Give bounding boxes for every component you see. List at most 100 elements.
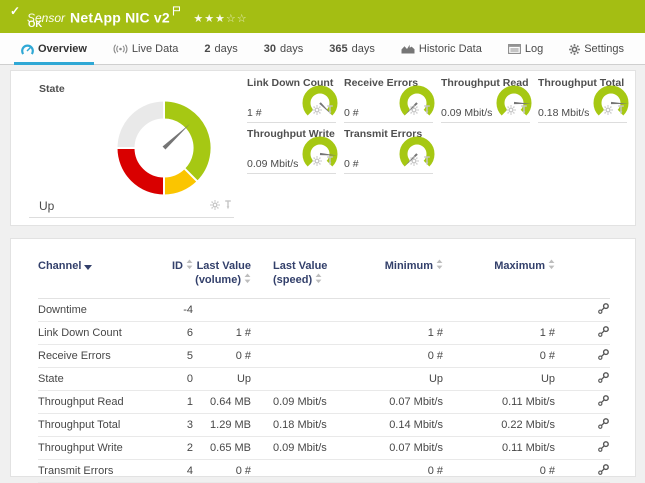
- tab-settings[interactable]: Settings: [562, 43, 631, 64]
- cell-channel: State: [38, 368, 171, 391]
- column-header-last-value-volume-[interactable]: Last Value(volume): [193, 251, 251, 299]
- cell-minimum: Up: [343, 368, 443, 391]
- priority-stars[interactable]: ★★★☆☆: [193, 13, 247, 25]
- tab-bar: Overview Live Data 2days 30days 365days Histo…: [0, 33, 645, 65]
- cell-last_volume: Up: [193, 368, 251, 391]
- tab-2-days[interactable]: 2days: [197, 43, 244, 64]
- historic-data-icon: [401, 44, 415, 54]
- gauge-pin-icon[interactable]: [617, 102, 625, 120]
- table-header-row: ChannelIDLast Value(volume)Last Value(sp…: [38, 251, 610, 299]
- cell-last_volume: 0.65 MB: [193, 437, 251, 460]
- column-header-channel[interactable]: Channel: [38, 251, 171, 299]
- channel-gauge-tile[interactable]: Receive Errors0 #: [344, 77, 433, 123]
- cell-maximum: 0 #: [443, 345, 555, 368]
- column-header-id[interactable]: ID: [171, 251, 193, 299]
- cell-actions: [555, 368, 610, 391]
- channel-gauge-tile[interactable]: Transmit Errors0 #: [344, 128, 433, 174]
- flag-icon[interactable]: [172, 3, 181, 20]
- channel-gauge-value: 1 #: [247, 107, 262, 119]
- gauge-pin-icon[interactable]: [520, 102, 528, 120]
- cell-last_speed: [251, 345, 343, 368]
- live-data-icon: [113, 44, 128, 54]
- channel-table: ChannelIDLast Value(volume)Last Value(sp…: [38, 251, 610, 483]
- column-header-minimum[interactable]: Minimum: [343, 251, 443, 299]
- channel-settings-icon[interactable]: [597, 371, 610, 387]
- gauge-pin-icon[interactable]: [326, 102, 334, 120]
- gauge-pin-icon[interactable]: [423, 153, 431, 171]
- channel-gauge-tile[interactable]: Link Down Count1 #: [247, 77, 336, 123]
- cell-id: 2: [171, 437, 193, 460]
- gauge-pin-icon[interactable]: [326, 153, 334, 171]
- cell-channel: Throughput Read: [38, 391, 171, 414]
- cell-last_volume: 0 #: [193, 460, 251, 483]
- channel-table-panel: ChannelIDLast Value(volume)Last Value(sp…: [10, 238, 636, 477]
- column-header-maximum[interactable]: Maximum: [443, 251, 555, 299]
- tab-30-days[interactable]: 30days: [257, 43, 311, 64]
- sort-icon: [548, 259, 555, 274]
- table-row: Throughput Total31.29 MB0.18 Mbit/s0.14 …: [38, 414, 610, 437]
- channel-gauge-value: 0.09 Mbit/s: [247, 158, 298, 170]
- cell-last_speed: 0.09 Mbit/s: [251, 391, 343, 414]
- column-header-last-value-speed-[interactable]: Last Value(speed): [251, 251, 343, 299]
- cell-id: 3: [171, 414, 193, 437]
- gauge-gear-icon[interactable]: [312, 102, 322, 120]
- cell-actions: [555, 414, 610, 437]
- cell-maximum: [443, 299, 555, 322]
- cell-minimum: 0.07 Mbit/s: [343, 391, 443, 414]
- channel-settings-icon[interactable]: [597, 302, 610, 318]
- channel-gauge-icons: [312, 153, 334, 171]
- cell-id: 0: [171, 368, 193, 391]
- cell-last_speed: 0.09 Mbit/s: [251, 437, 343, 460]
- gauge-gear-icon[interactable]: [506, 102, 516, 120]
- cell-id: 5: [171, 345, 193, 368]
- table-row: Transmit Errors40 #0 #0 #: [38, 460, 610, 483]
- channel-settings-icon[interactable]: [597, 440, 610, 456]
- cell-minimum: 0 #: [343, 345, 443, 368]
- state-gauge-tile[interactable]: State Up: [29, 79, 234, 218]
- sensor-title: NetApp NIC v2: [70, 9, 170, 25]
- table-row: Downtime-4: [38, 299, 610, 322]
- gauge-pin-icon[interactable]: [224, 197, 232, 215]
- status-badge: OK: [28, 19, 42, 30]
- tab-365-days[interactable]: 365days: [322, 43, 382, 64]
- cell-id: -4: [171, 299, 193, 322]
- cell-last_volume: 0.64 MB: [193, 391, 251, 414]
- channel-gauge-tile[interactable]: Throughput Write0.09 Mbit/s: [247, 128, 336, 174]
- channel-gauge-value: 0 #: [344, 107, 359, 119]
- column-header-actions: [555, 251, 610, 299]
- channel-settings-icon[interactable]: [597, 394, 610, 410]
- gauge-gear-icon[interactable]: [312, 153, 322, 171]
- tab-live-data[interactable]: Live Data: [106, 43, 185, 64]
- state-gauge-label: State: [39, 83, 65, 95]
- channel-gauge-value: 0.09 Mbit/s: [441, 107, 492, 119]
- channel-settings-icon[interactable]: [597, 417, 610, 433]
- channel-gauge-tile[interactable]: Throughput Read0.09 Mbit/s: [441, 77, 530, 123]
- cell-maximum: 1 #: [443, 322, 555, 345]
- sort-caret-icon: [84, 260, 92, 274]
- cell-minimum: 0.14 Mbit/s: [343, 414, 443, 437]
- cell-minimum: 1 #: [343, 322, 443, 345]
- gauge-gear-icon[interactable]: [409, 102, 419, 120]
- tab-overview[interactable]: Overview: [14, 43, 94, 64]
- tab-historic-data[interactable]: Historic Data: [394, 43, 489, 64]
- state-gauge: [109, 93, 219, 208]
- tab-log[interactable]: Log: [501, 43, 550, 64]
- gauge-gear-icon[interactable]: [210, 197, 220, 215]
- gauge-pin-icon[interactable]: [423, 102, 431, 120]
- channel-settings-icon[interactable]: [597, 348, 610, 364]
- channel-gauge-icons: [409, 102, 431, 120]
- channel-gauge-value: 0.18 Mbit/s: [538, 107, 589, 119]
- sort-icon: [315, 273, 322, 288]
- cell-id: 6: [171, 322, 193, 345]
- gauge-gear-icon[interactable]: [409, 153, 419, 171]
- cell-minimum: 0 #: [343, 460, 443, 483]
- log-icon: [508, 44, 521, 54]
- sensor-header: ✓ SensorNetApp NIC v2 ★★★☆☆ OK: [0, 0, 645, 33]
- cell-id: 4: [171, 460, 193, 483]
- channel-gauge-tile[interactable]: Throughput Total0.18 Mbit/s: [538, 77, 627, 123]
- cell-channel: Throughput Write: [38, 437, 171, 460]
- channel-settings-icon[interactable]: [597, 325, 610, 341]
- gauge-icon: [21, 44, 34, 55]
- gauge-gear-icon[interactable]: [603, 102, 613, 120]
- cell-channel: Receive Errors: [38, 345, 171, 368]
